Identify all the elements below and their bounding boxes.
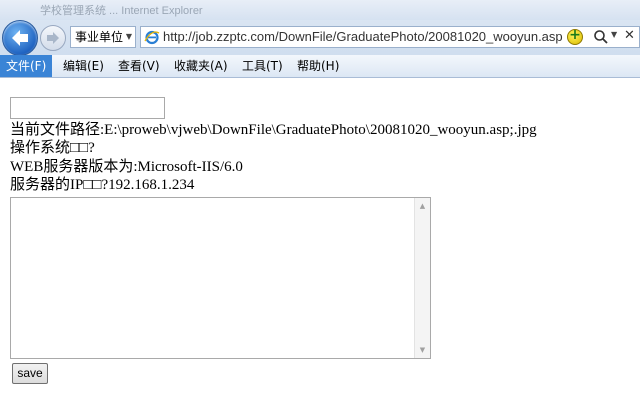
back-button[interactable] bbox=[2, 20, 38, 56]
textarea-scrollbar[interactable]: ▲ ▼ bbox=[414, 198, 430, 358]
menu-view[interactable]: 查看(V) bbox=[112, 55, 166, 77]
close-icon[interactable]: ✕ bbox=[624, 28, 635, 43]
menu-tools[interactable]: 工具(T) bbox=[236, 55, 289, 77]
menu-edit[interactable]: 编辑(E) bbox=[57, 55, 110, 77]
server-ip-text: 服务器的IP□□?192.168.1.234 bbox=[10, 177, 195, 193]
url-text[interactable]: http://job.zzptc.com/DownFile/GraduatePh… bbox=[163, 29, 563, 45]
content-textarea[interactable]: ▲ ▼ bbox=[10, 197, 431, 359]
compatibility-view-icon[interactable]: + bbox=[567, 27, 583, 45]
os-text: 操作系统□□? bbox=[10, 140, 95, 156]
zone-dropdown[interactable]: 事业单位 ▼ bbox=[70, 26, 136, 48]
title-bar: 学校管理系统 ... Internet Explorer bbox=[0, 0, 640, 20]
forward-arrow-icon bbox=[47, 32, 59, 44]
window-title: 学校管理系统 ... Internet Explorer bbox=[40, 5, 203, 17]
save-button[interactable]: save bbox=[12, 363, 48, 384]
ie-logo-icon bbox=[144, 30, 160, 45]
zone-label: 事业单位 bbox=[75, 30, 124, 44]
forward-button[interactable] bbox=[40, 25, 66, 51]
chevron-down-icon: ▼ bbox=[125, 32, 132, 41]
back-arrow-icon bbox=[12, 30, 28, 46]
menu-favorites[interactable]: 收藏夹(A) bbox=[168, 55, 234, 77]
menu-bar: 文件(F) 编辑(E) 查看(V) 收藏夹(A) 工具(T) 帮助(H) bbox=[0, 55, 640, 78]
browser-chrome: 学校管理系统 ... Internet Explorer 事业单位 ▼ http… bbox=[0, 0, 640, 78]
file-name-input[interactable] bbox=[10, 97, 165, 119]
server-version-text: WEB服务器版本为:Microsoft-IIS/6.0 bbox=[10, 159, 243, 175]
search-dropdown-icon[interactable]: ▼ bbox=[611, 30, 617, 39]
scroll-down-icon[interactable]: ▼ bbox=[415, 346, 430, 354]
search-icon[interactable] bbox=[593, 29, 609, 45]
file-path-text: 当前文件路径:E:\proweb\vjweb\DownFile\Graduate… bbox=[10, 122, 537, 138]
menu-file[interactable]: 文件(F) bbox=[0, 55, 53, 77]
scroll-up-icon[interactable]: ▲ bbox=[415, 202, 430, 210]
address-bar[interactable]: http://job.zzptc.com/DownFile/GraduatePh… bbox=[140, 26, 640, 48]
menu-help[interactable]: 帮助(H) bbox=[291, 55, 345, 77]
page-content: 当前文件路径:E:\proweb\vjweb\DownFile\Graduate… bbox=[0, 78, 640, 402]
